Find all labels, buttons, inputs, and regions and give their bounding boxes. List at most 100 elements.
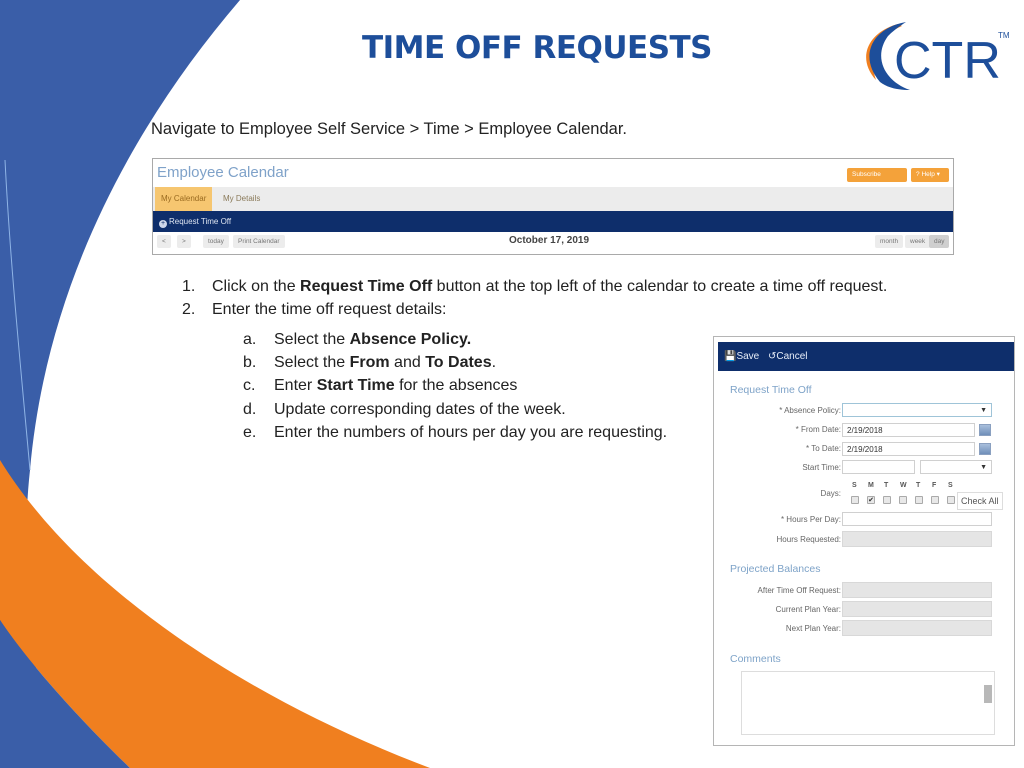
substep-text: .	[491, 354, 497, 372]
plus-circle-icon: +	[159, 220, 167, 228]
cancel-button[interactable]: ↺Cancel	[768, 342, 808, 371]
subscribe-button[interactable]: Subscribe	[847, 168, 907, 182]
substep-text: Select the	[274, 354, 350, 372]
logo-trademark: TM	[998, 31, 1010, 40]
day-letter: W	[900, 482, 907, 489]
substep-letter: a.	[243, 331, 257, 348]
day-checkbox[interactable]	[931, 496, 939, 504]
start-time-label: Start Time:	[802, 463, 841, 472]
hours-per-day-input[interactable]	[842, 512, 992, 526]
day-letter: F	[932, 482, 937, 489]
view-week-button[interactable]: week	[905, 235, 931, 248]
save-button[interactable]: 💾Save	[724, 342, 759, 371]
substep-text: and	[389, 354, 426, 372]
current-plan-year-field	[842, 601, 992, 617]
substep-item: c. Enter Start Time for the absences	[243, 374, 667, 397]
next-plan-year-label: Next Plan Year:	[785, 624, 841, 633]
help-icon: ?	[916, 171, 920, 178]
days-label: Days:	[820, 489, 841, 498]
start-time-input[interactable]	[842, 460, 915, 474]
substep-letter: b.	[243, 354, 257, 372]
step-text: button at the top left of the calendar t…	[432, 278, 888, 295]
day-checkbox[interactable]	[899, 496, 907, 504]
section-request-time-off: Request Time Off	[730, 384, 812, 396]
substep-item: a. Select the Absence Policy.	[243, 328, 667, 351]
logo-text: CTR	[894, 32, 1001, 90]
next-button[interactable]: >	[177, 235, 191, 248]
section-comments: Comments	[730, 653, 781, 665]
start-time-period-select[interactable]: ▼	[920, 460, 992, 474]
calendar-title: Employee Calendar	[157, 164, 289, 181]
after-request-field	[842, 582, 992, 598]
day-letter: T	[916, 482, 921, 489]
hours-requested-field	[842, 531, 992, 547]
substep-bold: Absence Policy.	[349, 331, 472, 348]
current-plan-year-label: Current Plan Year:	[775, 605, 841, 614]
next-plan-year-field	[842, 620, 992, 636]
calendar-picker-icon[interactable]	[979, 443, 991, 455]
view-month-button[interactable]: month	[875, 235, 904, 248]
section-projected-balances: Projected Balances	[730, 563, 821, 575]
substep-letter: e.	[243, 423, 257, 441]
instruction-steps: 1. Click on the Request Time Off button a…	[182, 275, 887, 321]
tab-my-calendar[interactable]: My Calendar	[155, 187, 213, 211]
substep-bold: From	[349, 354, 390, 372]
employee-calendar-screenshot: Employee Calendar Subscribe ? Help ▾ My …	[152, 158, 954, 255]
substep-text: for the absences	[394, 377, 518, 395]
comments-textarea[interactable]	[741, 671, 995, 735]
step-item: 1. Click on the Request Time Off button a…	[182, 275, 887, 298]
substep-text: Enter	[274, 377, 317, 395]
today-button[interactable]: today	[203, 235, 229, 248]
scrollbar-thumb[interactable]	[984, 685, 992, 703]
from-date-input[interactable]: 2/19/2018	[842, 423, 975, 437]
substep-bold: To Dates	[425, 354, 492, 372]
day-letter: S	[948, 482, 953, 489]
to-date-input[interactable]: 2/19/2018	[842, 442, 975, 456]
save-label: Save	[736, 351, 760, 362]
ctr-logo: CTR TM	[858, 18, 1018, 93]
substep-text: Update corresponding dates of the week.	[274, 400, 566, 418]
save-icon: 💾	[724, 351, 737, 362]
day-checkbox[interactable]	[915, 496, 923, 504]
navigation-instruction: Navigate to Employee Self Service > Time…	[151, 120, 627, 138]
form-action-bar: 💾Save ↺Cancel	[718, 342, 1014, 371]
cancel-label: Cancel	[776, 351, 808, 362]
prev-button[interactable]: <	[157, 235, 171, 248]
dropdown-arrow-icon: ▼	[980, 407, 987, 414]
request-time-off-button[interactable]: + Request Time Off	[153, 211, 953, 232]
step-item: 2. Enter the time off request details:	[182, 298, 887, 321]
dropdown-arrow-icon: ▼	[980, 464, 987, 471]
to-date-label: * To Date:	[806, 444, 841, 453]
day-checkbox[interactable]	[883, 496, 891, 504]
day-checkbox[interactable]	[851, 496, 859, 504]
print-calendar-button[interactable]: Print Calendar	[233, 235, 285, 248]
help-button[interactable]: ? Help ▾	[911, 168, 949, 182]
hours-requested-label: Hours Requested:	[776, 535, 841, 544]
hours-per-day-label: * Hours Per Day:	[780, 515, 841, 524]
step-text: Click on the	[212, 278, 301, 295]
step-bold: Request Time Off	[300, 278, 433, 295]
instruction-substeps: a. Select the Absence Policy. b. Select th…	[243, 328, 667, 444]
calendar-picker-icon[interactable]	[979, 424, 991, 436]
substep-item: b. Select the From and To Dates.	[243, 351, 667, 374]
substep-letter: c.	[243, 377, 256, 395]
day-letter: S	[852, 482, 857, 489]
substep-item: e. Enter the numbers of hours per day you…	[243, 421, 667, 444]
calendar-current-date: October 17, 2019	[509, 235, 590, 246]
absence-policy-select[interactable]: ▼	[842, 403, 992, 417]
view-day-button[interactable]: day	[929, 235, 950, 248]
step-number: 2.	[182, 301, 196, 318]
tab-my-details[interactable]: My Details	[217, 187, 266, 211]
substep-letter: d.	[243, 400, 257, 418]
step-text: Enter the time off request details:	[212, 301, 447, 318]
from-date-label: * From Date:	[795, 425, 841, 434]
substep-text: Enter the numbers of hours per day you a…	[274, 423, 668, 441]
absence-policy-label: * Absence Policy:	[779, 406, 841, 415]
request-time-off-form-screenshot: 💾Save ↺Cancel Request Time Off * Absence…	[713, 336, 1015, 746]
day-checkbox[interactable]	[947, 496, 955, 504]
check-all-button[interactable]: Check All	[957, 492, 1003, 510]
day-checkbox[interactable]: ✔	[867, 496, 875, 504]
day-letter: M	[868, 482, 874, 489]
step-number: 1.	[182, 278, 196, 295]
after-request-label: After Time Off Request:	[757, 586, 841, 595]
